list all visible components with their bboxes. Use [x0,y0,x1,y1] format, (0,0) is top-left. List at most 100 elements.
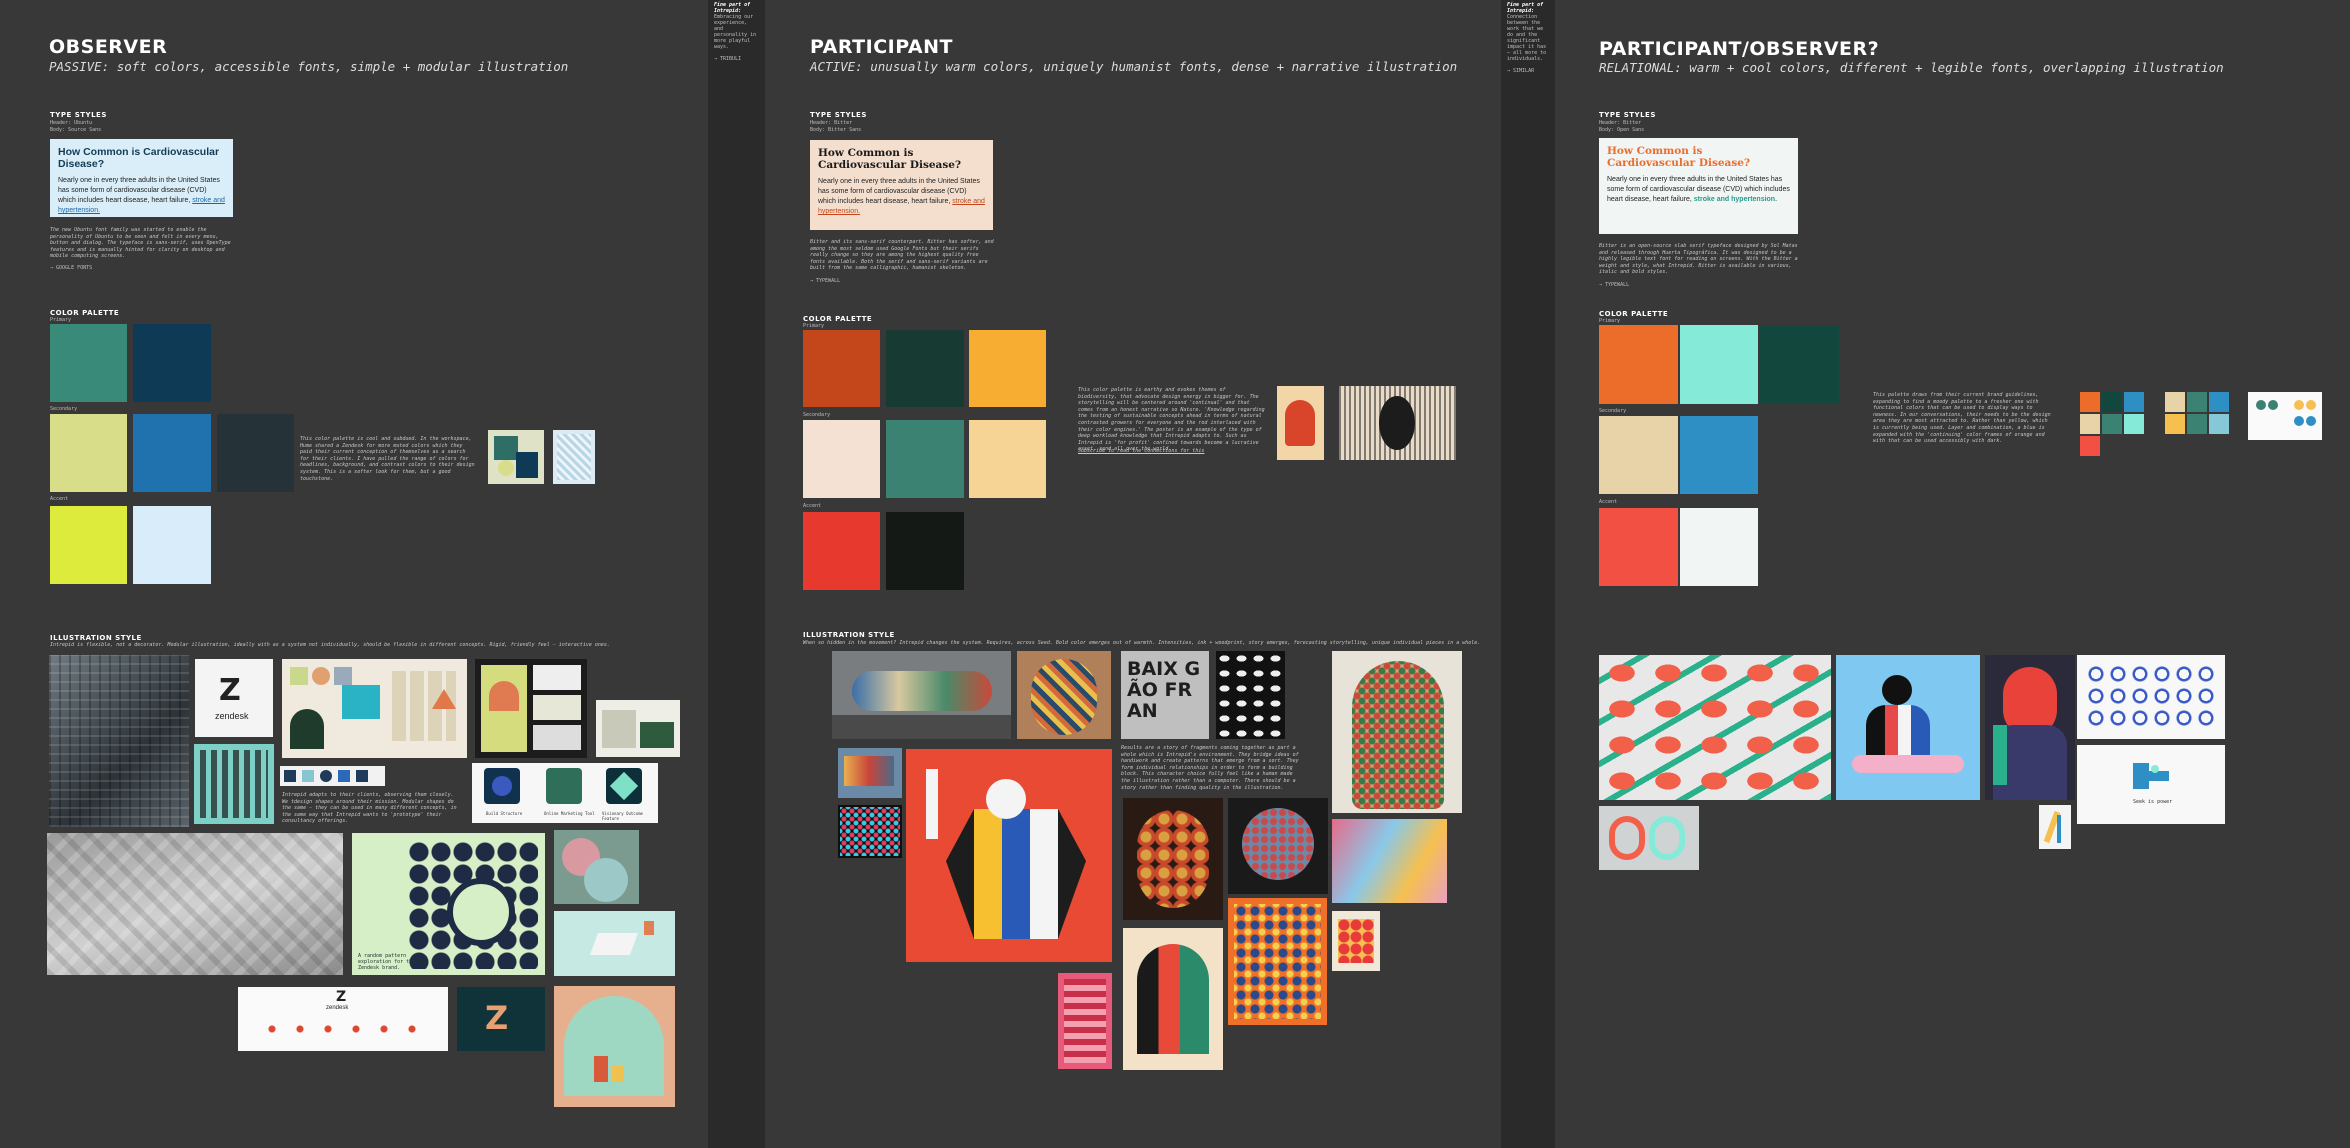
section-heading-palette: COLOR PALETTE [803,315,873,323]
illustration-pink-building [1058,973,1112,1069]
palette-link[interactable]: Subscribe to read the connections for th… [1078,448,1266,455]
card-title: How Common is Cardiovascular Disease? [1607,145,1751,169]
relational-board: PARTICIPANT/OBSERVER? RELATIONAL: warm +… [1555,0,2350,1148]
palette-secondary-label: Secondary [803,412,831,418]
illustration-business-cards [596,700,680,757]
palette-note: This color palette is earthy and evokes … [1078,387,1265,453]
card-link[interactable]: stroke and hypertension. [1694,196,1777,203]
gutter-left: Fine part of Intrepid: Embracing our exp… [708,0,765,1148]
logo-tagline: Seek is power [2133,799,2173,805]
swatch-secondary-1 [1599,416,1678,494]
swatch-secondary-2 [133,414,211,492]
type-note: Bitter and its sans-serif counterpart. B… [810,239,994,272]
illustration-color-wash [1332,819,1447,903]
palette-accent-label: Accent [50,496,69,502]
icon-caption-3: Visionary Outcome Feature [602,811,643,821]
palette-dot-card [2248,392,2322,440]
illustration-note: When so hidden in the movement? Intrepid… [803,640,1481,646]
palette-accent-label: Accent [803,503,822,509]
gutter-right-link[interactable]: → SIMILAR [1507,68,1551,74]
palette-reference-poster-2 [1339,386,1456,460]
illustration-note-2: Intrepid adapts to their clients, observ… [282,792,457,825]
palette-reference-image-2 [553,430,595,484]
swatch-accent-2 [886,512,964,590]
section-heading-type: TYPE STYLES [810,111,867,119]
illustration-meditating-figure [1836,655,1980,800]
swatch-accent-1 [803,512,880,590]
swatch-secondary-2 [886,420,964,498]
swatch-primary-1 [1599,325,1678,404]
type-meta: Header: Ubuntu Body: Source Sans [50,120,102,133]
illustration-zendesk-product-cards: Z zendesk [238,987,448,1051]
type-sample-card: How Common is Cardiovascular Disease? Ne… [810,140,993,230]
illustration-city-poster [906,749,1112,962]
zendesk-wordmark: zendesk [215,711,249,721]
zendesk-wordmark-small: zendesk [326,1005,349,1011]
card-body: Nearly one in every three adults in the … [1607,176,1790,203]
illustration-note-2: Results are a story of fragments coming … [1121,745,1299,791]
card-title: How Common is Cardiovascular Disease? [58,146,220,170]
street-lettering-text: BAIX GÃO FRAN [1127,658,1201,722]
illustration-note: Intrepid is flexible, not a decorator. M… [50,642,610,648]
illustration-architecture-photo [49,655,189,827]
type-note: The new Ubuntu font family was started t… [50,227,231,260]
swatch-secondary-3 [969,420,1046,498]
illustration-pattern-tile [1228,898,1327,1025]
gutter-right: Fine part of Intrepid: Connection betwee… [1501,0,1555,1148]
illustration-portrait [1985,655,2075,800]
type-meta: Header: Bitter Body: Open Sans [1599,120,1645,133]
illustration-isometric-tiles [1599,655,1831,800]
page-title: OBSERVER [49,36,168,58]
illustration-painted-wall [838,748,902,798]
illustration-shape-sheet [282,659,467,758]
illustration-gold-flower [1123,798,1223,920]
type-sample-card: How Common is Cardiovascular Disease? Ne… [1599,138,1798,234]
illustration-zendesk-dark-tile: Z [457,987,545,1051]
palette-secondary-label: Secondary [1599,408,1627,414]
palette-note: This palette draws from their current br… [1873,392,2051,445]
illustration-3d-blocks [47,833,343,975]
card-body: Nearly one in every three adults in the … [58,177,225,214]
illustration-street-lettering: BAIX GÃO FRAN [1121,651,1209,739]
illustration-3d-spheres [554,830,639,904]
illustration-painted-sculpture [1017,651,1111,739]
illustration-small-swatch [2039,805,2071,849]
type-link[interactable]: → GOOGLE FONTS [50,265,92,272]
icon-caption-2: Online Marketing Tool [544,811,595,816]
type-link[interactable]: → TYPEWALL [1599,282,1629,289]
swatch-primary-3 [969,330,1046,407]
gutter-left-link[interactable]: → TRIBULI [714,56,758,62]
type-link[interactable]: → TYPEWALL [810,278,840,285]
swatch-accent-2 [1680,508,1758,586]
page-title: PARTICIPANT [810,36,953,58]
palette-primary-label: Primary [1599,318,1621,324]
pattern-caption: A random pattern exploration for the new… [358,953,428,971]
zendesk-logo-icon-small: Z [336,989,347,1005]
swatch-primary-1 [803,330,880,407]
illustration-collage-circle [1228,798,1328,894]
swatch-primary-1 [50,324,127,402]
illustration-icon-grid [838,805,902,858]
illustration-icon-set [2077,655,2225,739]
illustration-icon-strip [280,766,385,786]
card-title: How Common is Cardiovascular Disease? [818,147,962,171]
illustration-alt-logo [1599,806,1699,870]
palette-reference-poster-1 [1277,386,1324,460]
swatch-primary-2 [886,330,964,407]
illustration-mural-photo [832,651,1011,739]
swatch-primary-2 [1680,325,1758,404]
swatch-primary-3 [1760,325,1839,404]
section-heading-illustration: ILLUSTRATION STYLE [803,631,895,639]
swatch-secondary-3 [217,414,294,492]
swatch-secondary-1 [50,414,127,492]
section-heading-palette: COLOR PALETTE [1599,310,1669,318]
illustration-small-collage [1332,911,1380,971]
illustration-eye-pattern [1216,651,1285,739]
section-heading-type: TYPE STYLES [1599,111,1656,119]
gutter-right-note: Fine part of Intrepid: Connection betwee… [1507,2,1551,74]
gutter-left-note: Fine part of Intrepid: Embracing our exp… [714,2,758,62]
swatch-secondary-1 [803,420,880,498]
swatch-accent-1 [1599,508,1678,586]
page-subtitle: PASSIVE: soft colors, accessible fonts, … [49,59,569,74]
illustration-brand-cards [475,659,587,758]
